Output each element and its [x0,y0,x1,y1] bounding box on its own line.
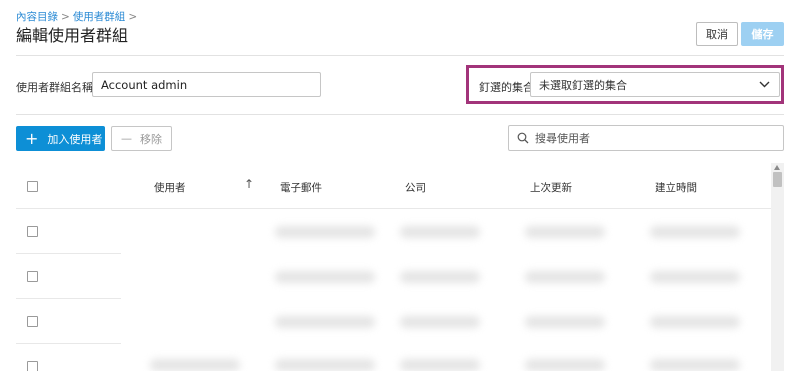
row-checkbox[interactable] [27,316,38,327]
table-row [275,359,375,371]
table-row [275,316,375,328]
table-row [525,316,605,328]
column-header-email[interactable]: 電子郵件 [280,180,322,195]
table-row [400,271,480,283]
scroll-up-arrow-icon[interactable] [774,165,780,170]
sort-ascending-icon[interactable]: ↑ [244,177,254,191]
table-row [650,271,740,283]
table-row [400,316,480,328]
group-name-input[interactable]: Account admin [92,72,321,97]
row-checkbox[interactable] [27,271,38,282]
add-user-button[interactable]: + 加入使用者 [16,126,105,151]
page-title: 編輯使用者群組 [16,26,129,45]
pinned-collection-select[interactable]: 未選取釘選的集合 [530,72,780,97]
add-user-label: 加入使用者 [47,132,103,146]
pinned-collection-label: 釘選的集合 [479,81,534,94]
group-name-label: 使用者群組名稱* [16,79,99,95]
table-row [275,271,375,283]
save-button[interactable]: 儲存 [741,22,784,46]
header-divider [16,208,771,209]
table-row [525,271,605,283]
search-placeholder: 搜尋使用者 [535,132,590,145]
divider [16,55,784,56]
table-row [650,226,740,238]
row-divider [16,253,121,254]
scrollbar-thumb[interactable] [773,172,782,187]
row-divider [16,298,121,299]
column-header-created[interactable]: 建立時間 [655,180,697,195]
column-header-last-updated[interactable]: 上次更新 [530,180,572,195]
row-checkbox[interactable] [27,361,38,371]
minus-icon: — [121,132,132,145]
group-name-value: Account admin [101,77,188,92]
row-checkbox[interactable] [27,226,38,237]
remove-label: 移除 [140,132,162,146]
table-row [525,226,605,238]
breadcrumb-separator: > [128,11,138,23]
remove-button[interactable]: — 移除 [111,126,172,151]
select-all-checkbox[interactable] [27,181,38,192]
divider [16,114,784,115]
column-header-company[interactable]: 公司 [405,180,426,195]
table-row [400,226,480,238]
table-row [650,316,740,328]
table-row [275,226,375,238]
search-users-input[interactable]: 搜尋使用者 [508,125,784,151]
chevron-down-icon [757,78,771,92]
row-divider [16,343,121,344]
table-scrollbar[interactable] [771,163,784,371]
column-header-user[interactable]: 使用者 [154,180,186,195]
cancel-button[interactable]: 取消 [696,22,738,46]
pinned-collection-value: 未選取釘選的集合 [539,78,627,92]
table-row [525,359,605,371]
table-row [400,359,480,371]
table-row [650,359,740,371]
group-name-label-text: 使用者群組名稱 [16,81,93,94]
search-icon [517,132,529,144]
plus-icon: + [25,128,39,148]
table-row [150,359,240,371]
